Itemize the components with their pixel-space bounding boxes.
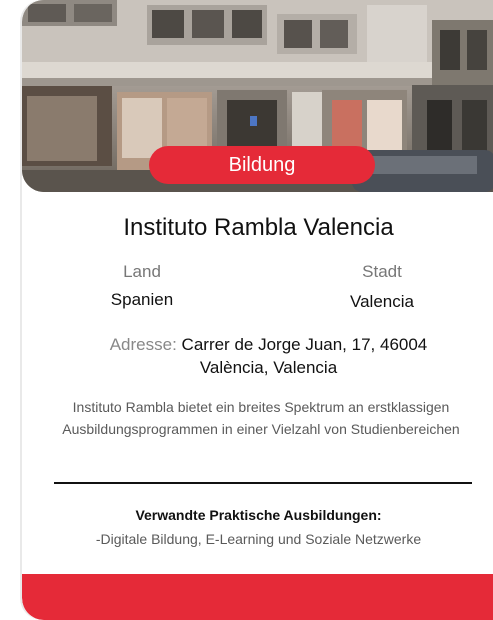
card-footer-bar[interactable]: [22, 574, 493, 620]
city-label: Stadt: [362, 262, 402, 281]
institution-card[interactable]: Bildung Instituto Rambla Valencia Land S…: [20, 0, 493, 620]
country-field: Land Spanien: [42, 262, 242, 310]
related-trainings-title: Verwandte Praktische Ausbildungen:: [135, 507, 382, 523]
city-value: Valencia: [350, 292, 414, 311]
institution-title: Instituto Rambla Valencia: [123, 214, 394, 241]
address-label: Adresse:: [109, 335, 177, 354]
divider: [54, 482, 472, 484]
address-block: Adresse: Carrer de Jorge Juan, 17, 46004…: [82, 333, 455, 379]
city-field: Stadt Valencia: [282, 262, 482, 312]
country-value: Spanien: [110, 290, 174, 309]
country-label: Land: [123, 262, 161, 281]
address-value: Carrer de Jorge Juan, 17, 46004 València…: [181, 335, 428, 377]
related-trainings-list: -Digitale Bildung, E-Learning und Sozial…: [95, 531, 422, 547]
institution-description: Instituto Rambla bietet ein breites Spek…: [62, 399, 460, 437]
institution-photo: Bildung: [22, 0, 493, 192]
category-badge[interactable]: Bildung: [149, 146, 375, 184]
